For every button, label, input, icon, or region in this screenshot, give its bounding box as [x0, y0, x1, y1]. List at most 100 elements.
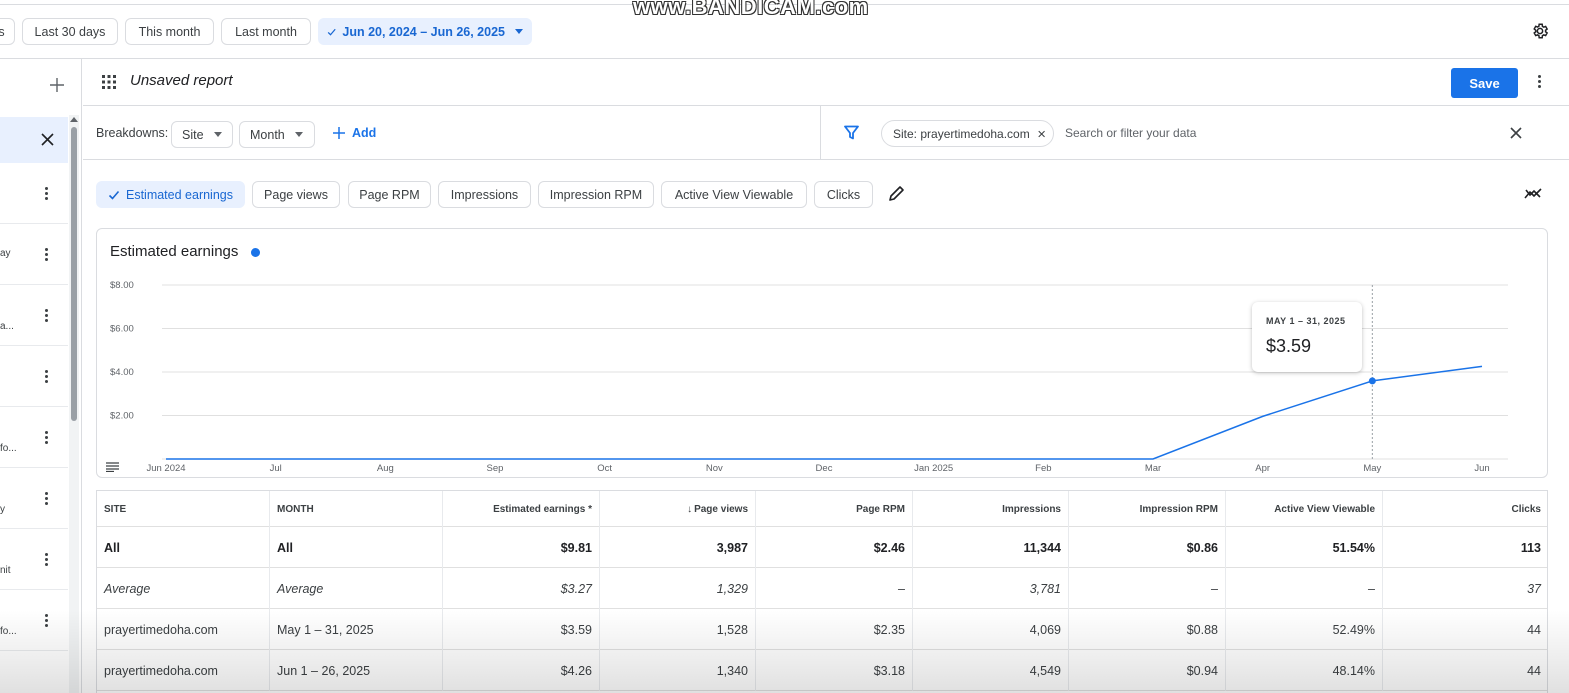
breakdown-divider — [820, 106, 821, 160]
save-button[interactable]: Save — [1451, 68, 1518, 98]
table-row[interactable]: prayertimedoha.com Jun 1 – 26, 2025 $4.26 1… — [97, 650, 1547, 691]
scrollbar-thumb[interactable] — [71, 127, 77, 421]
column-header[interactable]: Active View Viewable — [1226, 491, 1383, 527]
cell-text: Jun 1 – 26, 2025 — [277, 663, 371, 678]
apps-grid-icon[interactable] — [102, 75, 116, 89]
dropdown-label: Site — [182, 127, 204, 142]
saved-report-item[interactable] — [0, 346, 68, 407]
x-tick-label: Oct — [597, 463, 612, 474]
x-tick-label: Sep — [487, 463, 504, 474]
cell-text: – — [1368, 581, 1375, 596]
column-header[interactable]: ↓ Page views — [600, 491, 756, 527]
metric-chip-page-views[interactable]: Page views — [252, 181, 340, 208]
table-row[interactable]: prayertimedoha.com May 1 – 31, 2025 $3.59 1… — [97, 609, 1547, 650]
table-cell: 4,069 — [913, 609, 1069, 650]
add-breakdown-button[interactable]: Add — [333, 126, 376, 140]
table-cell: 52.49% — [1226, 609, 1383, 650]
metric-chip-impressions[interactable]: Impressions — [438, 181, 531, 208]
cell-text: Estimated earnings * — [493, 503, 592, 515]
site-filter-chip[interactable]: Site: prayertimedoha.com — [881, 120, 1054, 147]
metric-chip-active-view-viewable[interactable]: Active View Viewable — [661, 181, 807, 208]
dropdown-label: Month — [250, 127, 285, 142]
table-row-total[interactable]: All All $9.81 3,987 $2.46 11,344 $0.86 51.54% 11… — [97, 527, 1547, 568]
plus-icon — [333, 127, 345, 139]
more-options-icon[interactable] — [45, 492, 49, 505]
date-chip-this-month[interactable]: This month — [125, 18, 214, 45]
metric-chip-page-rpm[interactable]: Page RPM — [348, 181, 431, 208]
close-icon[interactable] — [41, 133, 54, 146]
close-icon[interactable] — [1038, 129, 1045, 139]
date-chip-last-month[interactable]: Last month — [221, 18, 311, 45]
saved-report-item[interactable]: fo... — [0, 407, 68, 468]
gear-icon[interactable] — [1531, 22, 1549, 40]
report-table: SITE MONTH Estimated earnings * ↓ Page view… — [96, 490, 1548, 693]
cell-text: All — [104, 540, 120, 555]
cell-text: 1,329 — [716, 581, 748, 596]
close-icon[interactable] — [1510, 127, 1522, 139]
check-icon — [108, 190, 120, 200]
saved-report-item[interactable]: y — [0, 468, 68, 529]
table-cell: 113 — [1383, 527, 1547, 568]
column-header[interactable]: Estimated earnings * — [443, 491, 600, 527]
x-tick-label: Feb — [1035, 463, 1051, 474]
date-range-picker[interactable]: Jun 20, 2024 – Jun 26, 2025 — [318, 18, 532, 45]
table-cell: 4,549 — [913, 650, 1069, 691]
plus-icon[interactable] — [50, 78, 64, 92]
table-cell: Average — [270, 568, 443, 609]
saved-report-item[interactable]: a... — [0, 285, 68, 346]
x-tick-label: May — [1363, 463, 1381, 474]
date-chip-partial[interactable]: s — [0, 18, 15, 45]
saved-report-label: fo... — [0, 626, 17, 637]
table-cell: $3.18 — [756, 650, 913, 691]
breakdown-month-dropdown[interactable]: Month — [239, 121, 315, 148]
breakdown-site-dropdown[interactable]: Site — [171, 121, 233, 148]
saved-report-item[interactable] — [0, 163, 68, 224]
report-title[interactable]: Unsaved report — [130, 72, 233, 89]
filter-search-input[interactable]: Search or filter your data — [1065, 126, 1196, 140]
cell-text: 4,549 — [1029, 663, 1061, 678]
cell-text: $9.81 — [560, 540, 592, 555]
more-options-icon[interactable] — [1538, 75, 1542, 88]
table-row-average[interactable]: Average Average $3.27 1,329 – 3,781 – – 37 — [97, 568, 1547, 609]
cell-text: – — [1211, 581, 1218, 596]
cell-text: SITE — [104, 503, 127, 515]
table-cell: Jun 1 – 26, 2025 — [270, 650, 443, 691]
metric-chip-impression-rpm[interactable]: Impression RPM — [538, 181, 654, 208]
more-options-icon[interactable] — [45, 431, 49, 444]
column-header[interactable]: MONTH — [270, 491, 443, 527]
column-header[interactable]: Clicks — [1383, 491, 1547, 527]
breakdowns-label: Breakdowns: — [96, 126, 169, 140]
metric-chip-clicks[interactable]: Clicks — [814, 181, 873, 208]
more-options-icon[interactable] — [45, 614, 49, 627]
selected-report-row[interactable] — [0, 117, 68, 163]
saved-report-label: nit — [0, 565, 11, 576]
more-options-icon[interactable] — [45, 553, 49, 566]
table-cell: $9.81 — [443, 527, 600, 568]
report-header — [83, 59, 1569, 106]
column-header[interactable]: Impression RPM — [1069, 491, 1226, 527]
more-options-icon[interactable] — [45, 248, 49, 261]
metric-chip-estimated-earnings[interactable]: Estimated earnings — [96, 181, 245, 208]
chart-legend-toggle-icon[interactable] — [106, 462, 119, 472]
more-options-icon[interactable] — [45, 309, 49, 322]
column-header[interactable]: Impressions — [913, 491, 1069, 527]
column-header[interactable]: Page RPM — [756, 491, 913, 527]
cell-text: 44 — [1527, 663, 1541, 678]
trend-compare-icon[interactable] — [1524, 186, 1542, 200]
edit-pencil-icon[interactable] — [888, 185, 905, 202]
more-options-icon[interactable] — [45, 370, 49, 383]
cell-text: 113 — [1520, 540, 1541, 555]
cell-text: May 1 – 31, 2025 — [277, 622, 374, 637]
more-options-icon[interactable] — [45, 187, 49, 200]
filter-icon[interactable] — [844, 125, 859, 140]
saved-report-item[interactable]: ay — [0, 224, 68, 285]
column-header[interactable]: SITE — [97, 491, 270, 527]
metric-label: Page views — [264, 187, 328, 202]
x-tick-label: Dec — [816, 463, 833, 474]
date-chip-last-30-days[interactable]: Last 30 days — [22, 18, 118, 45]
metric-label: Estimated earnings — [125, 187, 233, 202]
table-header-row[interactable]: SITE MONTH Estimated earnings * ↓ Page view… — [97, 491, 1547, 527]
scroll-up-arrow[interactable] — [70, 117, 78, 122]
saved-report-item[interactable]: nit — [0, 529, 68, 590]
saved-report-item[interactable]: fo... — [0, 590, 68, 651]
